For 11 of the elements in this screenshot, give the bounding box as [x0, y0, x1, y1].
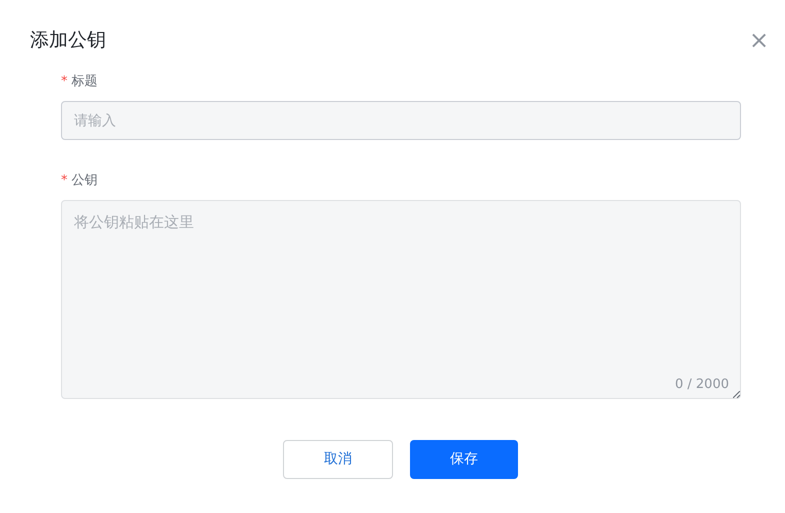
save-button[interactable]: 保存 — [410, 440, 518, 479]
required-mark: * — [61, 172, 68, 190]
field-label: 公钥 — [72, 172, 98, 190]
character-counter: 0 / 2000 — [675, 376, 729, 394]
title-input[interactable]: 请输入 — [61, 101, 741, 140]
required-mark: * — [61, 73, 68, 91]
dialog-title: 添加公钥 — [30, 28, 106, 53]
field-label: 标题 — [72, 73, 98, 91]
resize-handle-icon[interactable] — [733, 391, 740, 398]
close-button[interactable]: × — [747, 28, 771, 52]
cancel-button[interactable]: 取消 — [283, 440, 393, 479]
